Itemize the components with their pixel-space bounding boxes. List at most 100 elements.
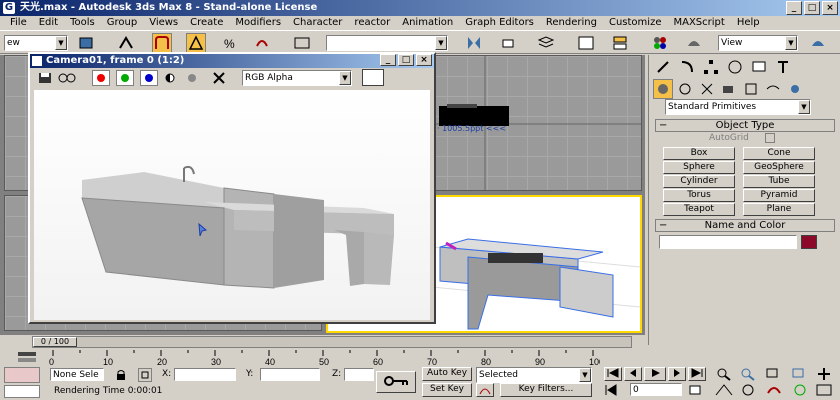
orbit-icon[interactable] — [790, 383, 812, 397]
play-icon[interactable] — [644, 367, 666, 381]
maxscript-input[interactable] — [4, 385, 40, 398]
modify-tab-icon[interactable] — [677, 57, 697, 77]
pyramid-button[interactable]: Pyramid — [743, 189, 815, 202]
go-to-end-icon[interactable] — [688, 367, 706, 381]
schematic-view-icon[interactable] — [610, 33, 630, 53]
render-maximize-button[interactable]: □ — [398, 54, 414, 66]
menu-modifiers[interactable]: Modifiers — [229, 16, 287, 29]
time-config-icon[interactable] — [688, 383, 702, 397]
x-coordinate-input[interactable] — [174, 368, 236, 381]
menu-animation[interactable]: Animation — [396, 16, 459, 29]
name-color-rollout-header[interactable]: − Name and Color — [655, 219, 835, 232]
app-icon[interactable]: G — [3, 2, 15, 14]
quick-render-icon[interactable] — [808, 33, 828, 53]
minimize-button[interactable]: _ — [786, 1, 802, 15]
zoom-all-icon[interactable] — [738, 367, 760, 381]
named-selection-dropdown[interactable]: ▼ — [326, 35, 448, 51]
auto-key-button[interactable]: Auto Key — [422, 367, 472, 381]
snap-3d-icon[interactable] — [152, 33, 172, 53]
previous-frame-icon[interactable] — [624, 367, 642, 381]
menu-graph-editors[interactable]: Graph Editors — [459, 16, 540, 29]
maximize-viewport-icon[interactable] — [814, 383, 836, 397]
layer-manager-icon[interactable] — [536, 33, 556, 53]
percent-snap-icon[interactable]: % — [220, 33, 240, 53]
select-link-icon[interactable] — [116, 33, 136, 53]
save-icon[interactable] — [38, 72, 52, 84]
key-mode-dropdown[interactable]: Selected ▼ — [476, 367, 592, 383]
zoom-extents-all-icon[interactable] — [790, 367, 812, 381]
geometry-icon[interactable] — [653, 79, 673, 99]
motion-tab-icon[interactable] — [725, 57, 745, 77]
select-object-icon[interactable] — [76, 33, 96, 53]
menu-rendering[interactable]: Rendering — [540, 16, 603, 29]
go-to-start-icon[interactable] — [604, 367, 622, 381]
autogrid-checkbox[interactable] — [765, 133, 775, 143]
menu-help[interactable]: Help — [731, 16, 766, 29]
cone-button[interactable]: Cone — [743, 147, 815, 160]
render-scene-icon[interactable] — [684, 33, 704, 53]
key-filters-button[interactable]: Key Filters... — [500, 383, 592, 397]
absolute-mode-icon[interactable] — [138, 368, 152, 382]
blue-channel-icon[interactable] — [140, 70, 158, 86]
shapes-icon[interactable] — [675, 79, 695, 99]
track-bar-icon[interactable] — [16, 350, 38, 364]
box-button[interactable]: Box — [663, 147, 735, 160]
menu-file[interactable]: File — [4, 16, 33, 29]
zoom-icon[interactable] — [714, 367, 736, 381]
category-dropdown[interactable]: Standard Primitives ▼ — [665, 99, 811, 115]
set-key-mode-button[interactable] — [376, 371, 416, 393]
tube-button[interactable]: Tube — [743, 175, 815, 188]
menu-edit[interactable]: Edit — [33, 16, 64, 29]
color-swatch[interactable] — [362, 69, 384, 86]
menu-tools[interactable]: Tools — [64, 16, 101, 29]
curve-editor-icon[interactable] — [576, 33, 596, 53]
spinner-snap-icon[interactable] — [252, 33, 272, 53]
sphere-button[interactable]: Sphere — [663, 161, 735, 174]
field-of-view-icon[interactable] — [714, 383, 736, 397]
helpers-icon[interactable] — [741, 79, 761, 99]
maxscript-listener[interactable] — [4, 367, 40, 383]
set-key-button[interactable]: Set Key — [422, 383, 472, 397]
arc-rotate-icon[interactable] — [764, 383, 786, 397]
green-channel-icon[interactable] — [116, 70, 134, 86]
plane-button[interactable]: Plane — [743, 203, 815, 216]
z-coordinate-input[interactable] — [344, 368, 374, 381]
clear-icon[interactable] — [212, 71, 226, 85]
teapot-button[interactable]: Teapot — [663, 203, 735, 216]
menu-customize[interactable]: Customize — [603, 16, 668, 29]
space-warps-icon[interactable] — [763, 79, 783, 99]
selection-filter-dropdown[interactable]: ew ▼ — [4, 35, 68, 51]
time-slider-thumb[interactable]: 0 / 100 — [33, 337, 77, 347]
menu-maxscript[interactable]: MAXScript — [667, 16, 730, 29]
clone-window-icon[interactable] — [58, 72, 76, 84]
time-slider[interactable]: 0 / 100 — [32, 336, 632, 348]
align-icon[interactable] — [498, 33, 518, 53]
render-type-dropdown[interactable]: View ▼ — [718, 35, 798, 51]
cameras-icon[interactable] — [719, 79, 739, 99]
maximize-button[interactable]: □ — [804, 1, 820, 15]
systems-icon[interactable] — [785, 79, 805, 99]
menu-reactor[interactable]: reactor — [348, 16, 396, 29]
object-type-rollout-header[interactable]: − Object Type — [655, 119, 835, 132]
render-close-button[interactable]: × — [416, 54, 432, 66]
alpha-channel-icon[interactable] — [164, 72, 176, 84]
walk-through-icon[interactable] — [738, 383, 760, 397]
red-channel-icon[interactable] — [92, 70, 110, 86]
edit-named-selection-icon[interactable] — [292, 33, 312, 53]
menu-create[interactable]: Create — [184, 16, 229, 29]
menu-group[interactable]: Group — [101, 16, 143, 29]
pan-icon[interactable] — [814, 367, 836, 381]
create-tab-icon[interactable] — [653, 57, 673, 77]
torus-button[interactable]: Torus — [663, 189, 735, 202]
material-editor-icon[interactable] — [650, 33, 670, 53]
default-tangent-icon[interactable] — [476, 383, 494, 397]
mirror-icon[interactable] — [464, 33, 484, 53]
display-tab-icon[interactable] — [749, 57, 769, 77]
current-frame-input[interactable]: 0 — [630, 383, 682, 396]
menu-views[interactable]: Views — [143, 16, 184, 29]
lights-icon[interactable] — [697, 79, 717, 99]
utilities-tab-icon[interactable] — [773, 57, 793, 77]
zoom-extents-icon[interactable] — [764, 367, 786, 381]
hierarchy-tab-icon[interactable] — [701, 57, 721, 77]
object-color-swatch[interactable] — [801, 235, 817, 249]
